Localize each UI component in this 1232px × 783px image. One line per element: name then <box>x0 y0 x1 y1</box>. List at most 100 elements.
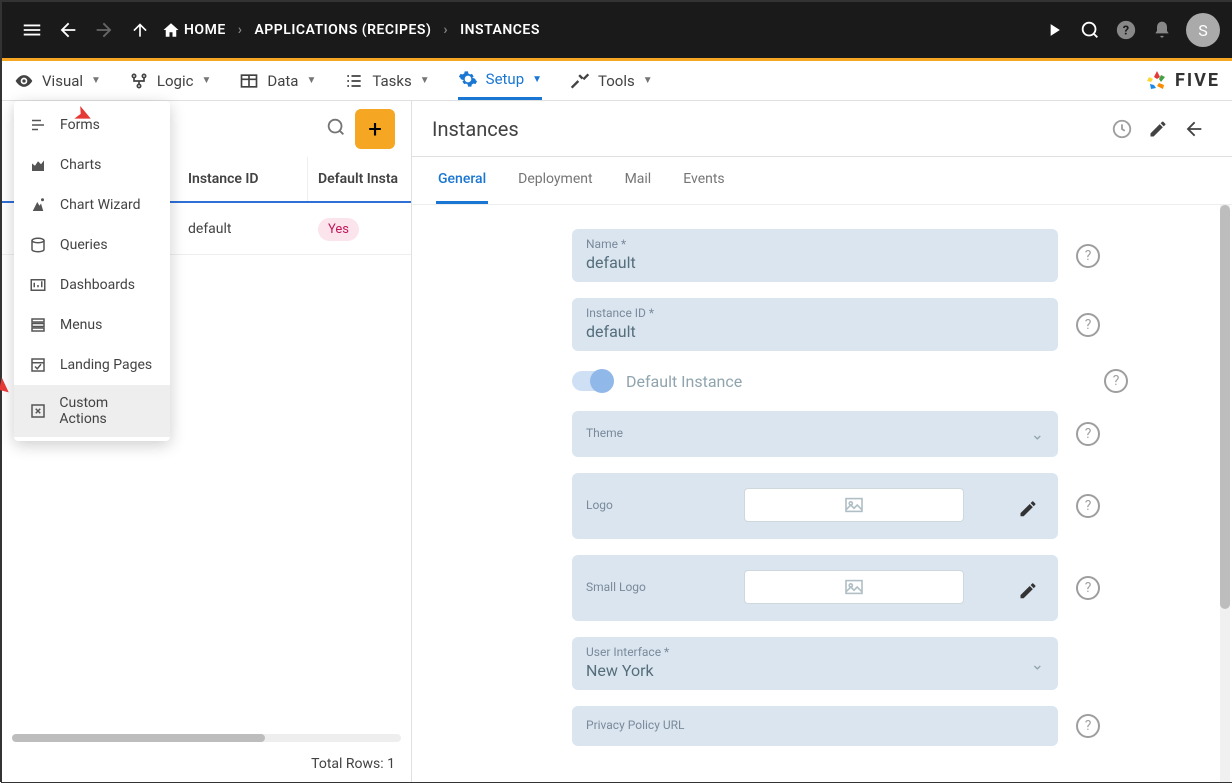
dd-label: Dashboards <box>60 277 135 293</box>
back-arrow-icon[interactable] <box>1176 111 1212 147</box>
badge-yes: Yes <box>318 218 359 241</box>
logo-field[interactable]: Logo <box>572 473 1058 539</box>
small-logo-field[interactable]: Small Logo <box>572 555 1058 621</box>
crumb-home[interactable]: HOME <box>184 22 226 38</box>
col-instance-id[interactable]: Instance ID <box>178 157 308 201</box>
chevron-right-icon: › <box>443 22 448 38</box>
chevron-down-icon: ▼ <box>532 74 542 85</box>
field-label: Instance ID * <box>586 306 1044 320</box>
crumb-instances[interactable]: INSTANCES <box>460 22 540 38</box>
svg-text:?: ? <box>1123 24 1129 39</box>
breadcrumb: HOME › APPLICATIONS (RECIPES) › INSTANCE… <box>162 21 540 39</box>
play-icon[interactable] <box>1036 12 1072 48</box>
tab-events[interactable]: Events <box>681 157 726 204</box>
brand-icon <box>1145 69 1169 93</box>
form-area: Name * default ? Instance ID * default ?… <box>412 205 1232 782</box>
search-power-icon[interactable] <box>1072 12 1108 48</box>
history-icon[interactable] <box>1104 111 1140 147</box>
home-icon[interactable] <box>162 21 180 39</box>
dd-queries[interactable]: Queries <box>14 225 170 265</box>
chevron-down-icon: ⌄ <box>1031 425 1044 444</box>
dd-label: Menus <box>60 317 102 333</box>
avatar-letter: S <box>1198 21 1208 40</box>
dd-label: Chart Wizard <box>60 197 140 213</box>
avatar[interactable]: S <box>1186 13 1220 47</box>
dd-forms[interactable]: Forms <box>14 105 170 145</box>
edit-small-logo-icon[interactable] <box>1018 581 1038 605</box>
up-icon[interactable] <box>122 12 158 48</box>
menu-tasks[interactable]: Tasks ▼ <box>344 61 429 100</box>
landing-icon <box>28 355 48 375</box>
tab-general[interactable]: General <box>436 157 488 204</box>
ui-field[interactable]: User Interface * New York ⌄ <box>572 637 1058 690</box>
field-label: Theme <box>586 426 623 440</box>
page-title: Instances <box>432 117 519 141</box>
field-value: default <box>586 322 1044 341</box>
menu-label: Data <box>267 72 298 90</box>
help-icon[interactable]: ? <box>1104 369 1128 393</box>
dashboard-icon <box>28 275 48 295</box>
horizontal-scrollbar[interactable] <box>12 734 401 742</box>
row-count: Total Rows: 1 <box>2 746 411 782</box>
menu-label: Setup <box>486 70 524 88</box>
menu-visual[interactable]: Visual▼ <box>14 61 101 100</box>
brand-text: FIVE <box>1175 70 1220 91</box>
chevron-down-icon: ▼ <box>420 75 430 86</box>
help-icon[interactable]: ? <box>1076 244 1100 268</box>
menu-label: Tasks <box>372 72 411 90</box>
field-label: Name * <box>586 237 1044 251</box>
menu-data[interactable]: Data ▼ <box>239 61 316 100</box>
edit-logo-icon[interactable] <box>1018 499 1038 523</box>
left-panel: ➤ ➤ Forms Charts Chart Wizard Queries Da… <box>2 101 412 782</box>
dd-menus[interactable]: Menus <box>14 305 170 345</box>
edit-icon[interactable] <box>1140 111 1176 147</box>
charts-icon <box>28 155 48 175</box>
hamburger-icon[interactable] <box>14 12 50 48</box>
cell-default: Yes <box>308 221 411 237</box>
dd-custom-actions[interactable]: Custom Actions <box>14 385 170 437</box>
forms-icon <box>28 115 48 135</box>
col-default[interactable]: Default Insta <box>308 157 411 201</box>
dd-charts[interactable]: Charts <box>14 145 170 185</box>
privacy-url-field[interactable]: Privacy Policy URL <box>572 706 1058 746</box>
dd-landing-pages[interactable]: Landing Pages <box>14 345 170 385</box>
name-field[interactable]: Name * default <box>572 229 1058 282</box>
menu-setup[interactable]: Setup ▼ <box>458 61 542 100</box>
help-icon[interactable]: ? <box>1076 422 1100 446</box>
help-icon[interactable]: ? <box>1108 12 1144 48</box>
help-icon[interactable]: ? <box>1076 714 1100 738</box>
menu-tools[interactable]: Tools▼ <box>570 61 653 100</box>
tab-mail[interactable]: Mail <box>623 157 654 204</box>
dd-label: Custom Actions <box>59 395 156 427</box>
menus-icon <box>28 315 48 335</box>
tab-deployment[interactable]: Deployment <box>516 157 594 204</box>
chevron-down-icon: ▼ <box>306 75 316 86</box>
search-icon[interactable] <box>325 116 347 142</box>
instance-id-field[interactable]: Instance ID * default <box>572 298 1058 351</box>
theme-field[interactable]: Theme ⌄ <box>572 411 1058 457</box>
table-icon <box>239 71 259 91</box>
menu-label: Logic <box>157 72 194 90</box>
dd-label: Queries <box>60 237 108 253</box>
crumb-apps[interactable]: APPLICATIONS (RECIPES) <box>254 22 431 38</box>
queries-icon <box>28 235 48 255</box>
dd-chart-wizard[interactable]: Chart Wizard <box>14 185 170 225</box>
brand-logo: FIVE <box>1145 69 1220 93</box>
chevron-down-icon: ▼ <box>643 75 653 86</box>
add-button[interactable]: + <box>355 109 395 149</box>
workspace: ➤ ➤ Forms Charts Chart Wizard Queries Da… <box>2 101 1232 782</box>
help-icon[interactable]: ? <box>1076 494 1100 518</box>
help-icon[interactable]: ? <box>1076 313 1100 337</box>
menu-logic[interactable]: Logic ▼ <box>129 61 211 100</box>
back-icon[interactable] <box>50 12 86 48</box>
vertical-scrollbar[interactable] <box>1220 205 1230 782</box>
image-placeholder <box>744 570 964 604</box>
chevron-down-icon: ▼ <box>201 75 211 86</box>
chevron-right-icon: › <box>238 22 243 38</box>
bell-icon[interactable] <box>1144 12 1180 48</box>
cell-id: default <box>178 221 308 237</box>
topbar: HOME › APPLICATIONS (RECIPES) › INSTANCE… <box>2 2 1232 58</box>
default-instance-toggle[interactable] <box>572 371 612 391</box>
dd-dashboards[interactable]: Dashboards <box>14 265 170 305</box>
help-icon[interactable]: ? <box>1076 576 1100 600</box>
